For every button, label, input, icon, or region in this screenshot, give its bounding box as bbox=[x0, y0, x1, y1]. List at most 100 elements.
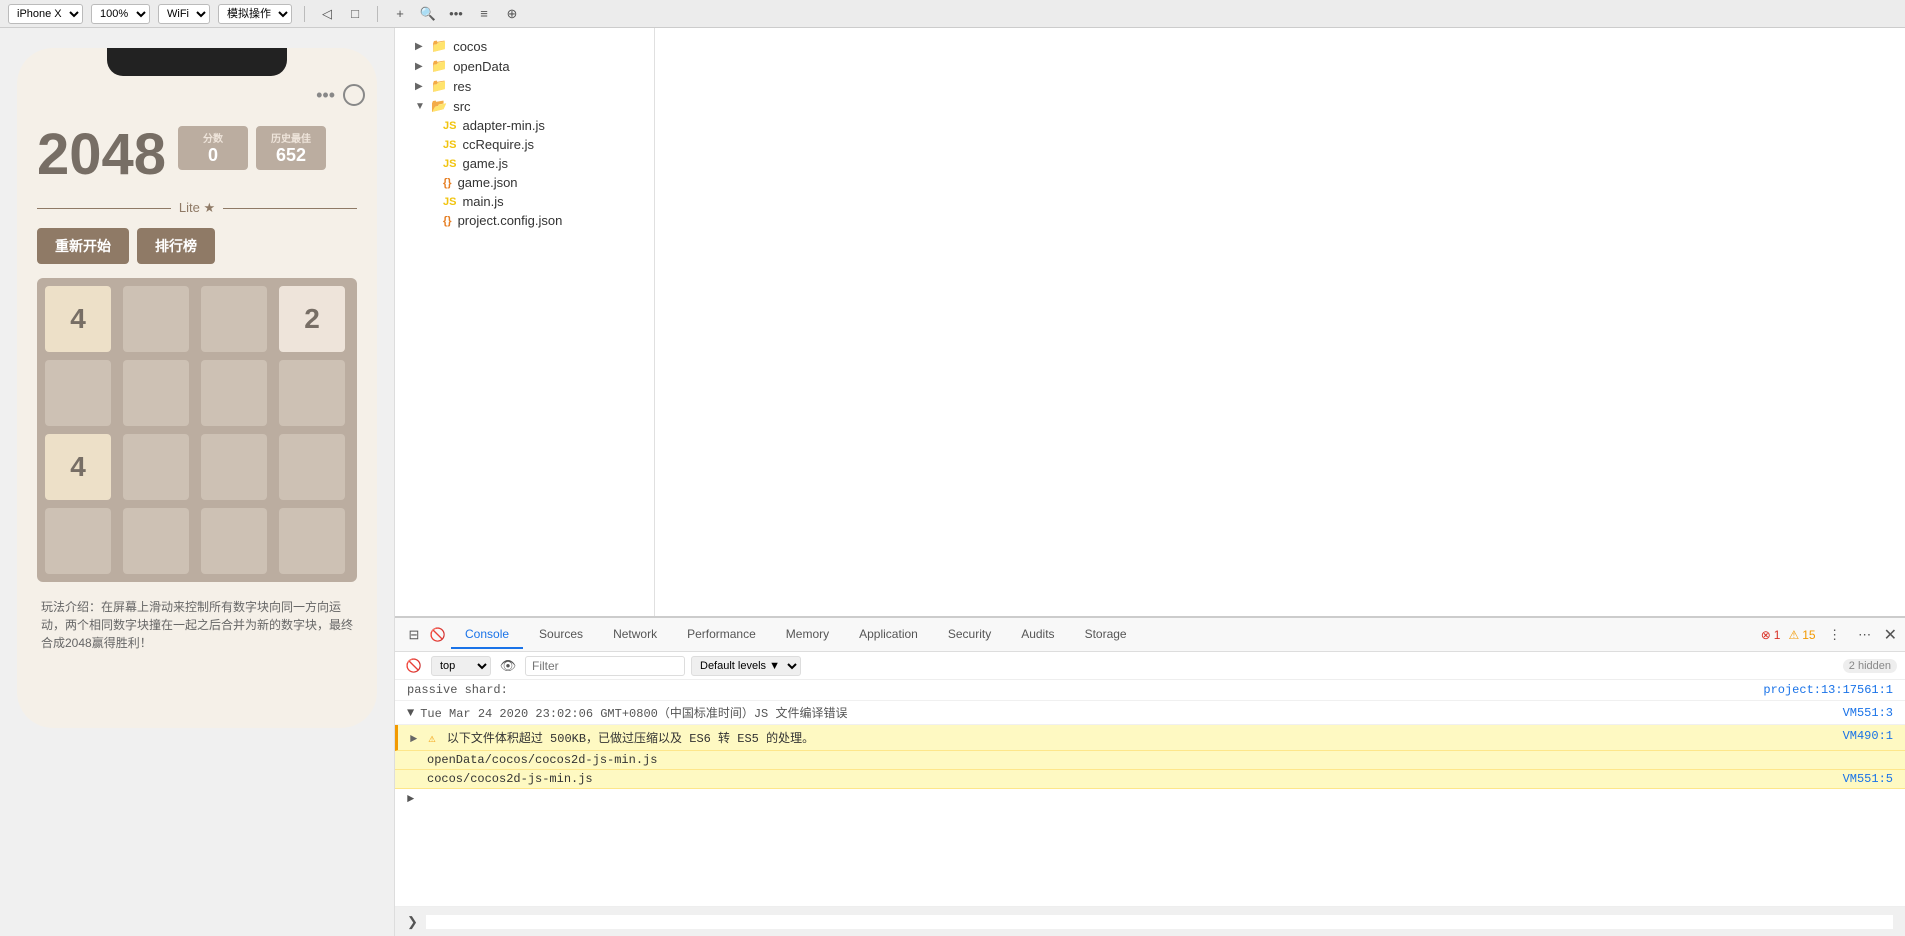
expand-arrow[interactable]: ► bbox=[407, 792, 414, 806]
grid-cell-6 bbox=[201, 360, 267, 426]
js-icon-gamejs: JS bbox=[443, 158, 456, 170]
tab-security[interactable]: Security bbox=[934, 621, 1005, 649]
grid-cell-5 bbox=[123, 360, 189, 426]
grid-cell-13 bbox=[123, 508, 189, 574]
file2-text: cocos/cocos2d-js-min.js bbox=[427, 772, 593, 786]
js-icon-ccrequire: JS bbox=[443, 139, 456, 151]
game-title: 2048 bbox=[37, 126, 166, 184]
folder-icon-cocos: 📁 bbox=[431, 38, 447, 54]
warn-badge: ⚠ 15 bbox=[1788, 628, 1815, 642]
lite-line-left bbox=[37, 208, 171, 209]
grid-cell-15 bbox=[279, 508, 345, 574]
tree-item-adapter-min[interactable]: JS adapter-min.js bbox=[395, 116, 654, 135]
grid-cell-8: 4 bbox=[45, 434, 111, 500]
devtools-settings-btn[interactable]: ⋮ bbox=[1824, 624, 1846, 646]
phone-frame: ••• 2048 分数 0 历史最佳 652 bbox=[17, 48, 377, 728]
tree-label-src: src bbox=[453, 99, 470, 114]
grid-cell-4 bbox=[45, 360, 111, 426]
top-toolbar: iPhone X 100% WiFi 模拟操作 ◁ □ + 🔍 ••• ≡ ⊕ bbox=[0, 0, 1905, 28]
tree-item-projectconfig[interactable]: {} project.config.json bbox=[395, 211, 654, 230]
rank-button[interactable]: 排行榜 bbox=[137, 228, 215, 264]
warn-icon: ⚠ bbox=[1788, 628, 1799, 642]
devtools-toggle-btn[interactable]: ⊟ bbox=[403, 624, 425, 646]
context-select[interactable]: top bbox=[431, 656, 491, 676]
tab-audits[interactable]: Audits bbox=[1007, 621, 1068, 649]
back-icon-btn[interactable]: ◁ bbox=[317, 4, 337, 24]
game-description: 玩法介绍：在屏幕上滑动来控制所有数字块向同一方向运动，两个相同数字块撞在一起之后… bbox=[37, 598, 357, 652]
json-icon-projectconfig: {} bbox=[443, 215, 452, 227]
score-box: 分数 0 bbox=[178, 126, 248, 170]
best-label: 历史最佳 bbox=[268, 130, 314, 145]
devtools-more-btn[interactable]: ⋯ bbox=[1854, 624, 1876, 646]
tree-item-res[interactable]: ▶ 📁 res bbox=[395, 76, 654, 96]
devtools-tabs-bar: ⊟ 🚫 Console Sources Network Performance … bbox=[395, 618, 1905, 652]
tab-memory[interactable]: Memory bbox=[772, 621, 843, 649]
tree-item-gamejs[interactable]: JS game.js bbox=[395, 154, 654, 173]
add-breakpoint-btn[interactable]: ⊕ bbox=[502, 4, 522, 24]
timestamp-text: Tue Mar 24 2020 23:02:06 GMT+0800（中国标准时间… bbox=[420, 704, 847, 721]
tab-storage[interactable]: Storage bbox=[1071, 621, 1141, 649]
score-label: 分数 bbox=[190, 130, 236, 145]
tree-label-gamejson: game.json bbox=[458, 175, 518, 190]
tree-arrow-src: ▼ bbox=[415, 101, 427, 112]
console-toolbar: 🚫 top 👁 Default levels ▼ 2 hidden bbox=[395, 652, 1905, 680]
timestamp-arrow[interactable]: ▼ bbox=[407, 706, 414, 720]
log-level-select[interactable]: Default levels ▼ bbox=[691, 656, 801, 676]
devtools-tab-right: ⊗ 1 ⚠ 15 ⋮ ⋯ ✕ bbox=[1761, 624, 1897, 646]
file2-link[interactable]: VM551:5 bbox=[1843, 772, 1893, 786]
console-input-row: ❯ bbox=[395, 906, 1905, 936]
console-row-warn: ► ⚠ 以下文件体积超过 500KB，已做过压缩以及 ES6 转 ES5 的处理… bbox=[395, 725, 1905, 751]
tree-arrow-cocos: ▶ bbox=[415, 41, 427, 52]
grid-cell-2 bbox=[201, 286, 267, 352]
tab-console[interactable]: Console bbox=[451, 621, 523, 649]
tree-label-gamejs: game.js bbox=[462, 156, 508, 171]
console-expand-row: ► bbox=[395, 789, 1905, 809]
mode-select[interactable]: 模拟操作 bbox=[218, 4, 292, 24]
tab-performance[interactable]: Performance bbox=[673, 621, 770, 649]
toolbar-divider-2 bbox=[377, 6, 378, 22]
right-top: ▶ 📁 cocos ▶ 📁 openData ▶ 📁 res bbox=[395, 28, 1905, 616]
zoom-select[interactable]: 100% bbox=[91, 4, 150, 24]
console-filter-input[interactable] bbox=[525, 656, 685, 676]
list-view-btn[interactable]: ≡ bbox=[474, 4, 494, 24]
devtools-clear-btn[interactable]: 🚫 bbox=[427, 624, 449, 646]
tree-item-ccrequire[interactable]: JS ccRequire.js bbox=[395, 135, 654, 154]
tab-application[interactable]: Application bbox=[845, 621, 932, 649]
phone-notch bbox=[107, 48, 287, 76]
tab-sources[interactable]: Sources bbox=[525, 621, 597, 649]
warn-triangle-icon: ⚠ bbox=[428, 732, 435, 746]
camera-circle-icon bbox=[343, 84, 365, 106]
timestamp-link[interactable]: VM551:3 bbox=[1843, 706, 1893, 720]
warn-link[interactable]: VM490:1 bbox=[1843, 729, 1893, 743]
lite-line-right bbox=[223, 208, 357, 209]
tree-item-src[interactable]: ▼ 📂 src bbox=[395, 96, 654, 116]
restart-button[interactable]: 重新开始 bbox=[37, 228, 129, 264]
more-options-btn[interactable]: ••• bbox=[446, 4, 466, 24]
console-eye-btn[interactable]: 👁 bbox=[497, 655, 519, 677]
console-ban-btn[interactable]: 🚫 bbox=[403, 655, 425, 677]
grid-cell-7 bbox=[279, 360, 345, 426]
tree-item-opendata[interactable]: ▶ 📁 openData bbox=[395, 56, 654, 76]
game-grid: 4 2 4 bbox=[37, 278, 357, 582]
forward-icon-btn[interactable]: □ bbox=[345, 4, 365, 24]
tree-item-mainjs[interactable]: JS main.js bbox=[395, 192, 654, 211]
add-tab-btn[interactable]: + bbox=[390, 4, 410, 24]
console-input[interactable] bbox=[426, 915, 1893, 929]
toolbar-divider-1 bbox=[304, 6, 305, 22]
tab-network[interactable]: Network bbox=[599, 621, 671, 649]
console-row-timestamp: ▼ Tue Mar 24 2020 23:02:06 GMT+0800（中国标准… bbox=[395, 701, 1905, 725]
network-select[interactable]: WiFi bbox=[158, 4, 210, 24]
tree-item-cocos[interactable]: ▶ 📁 cocos bbox=[395, 36, 654, 56]
simulator-panel: ••• 2048 分数 0 历史最佳 652 bbox=[0, 28, 395, 936]
passive-link[interactable]: project:13:17561:1 bbox=[1763, 683, 1893, 697]
score-value: 0 bbox=[190, 145, 236, 166]
main-wrapper: ••• 2048 分数 0 历史最佳 652 bbox=[0, 28, 1905, 936]
tree-label-adapter: adapter-min.js bbox=[462, 118, 544, 133]
grid-cell-0: 4 bbox=[45, 286, 111, 352]
tree-item-gamejson[interactable]: {} game.json bbox=[395, 173, 654, 192]
grid-cell-11 bbox=[279, 434, 345, 500]
devtools-close-btn[interactable]: ✕ bbox=[1884, 625, 1897, 645]
search-icon-btn[interactable]: 🔍 bbox=[418, 4, 438, 24]
warn-expand-arrow[interactable]: ► bbox=[410, 732, 417, 746]
device-select[interactable]: iPhone X bbox=[8, 4, 83, 24]
